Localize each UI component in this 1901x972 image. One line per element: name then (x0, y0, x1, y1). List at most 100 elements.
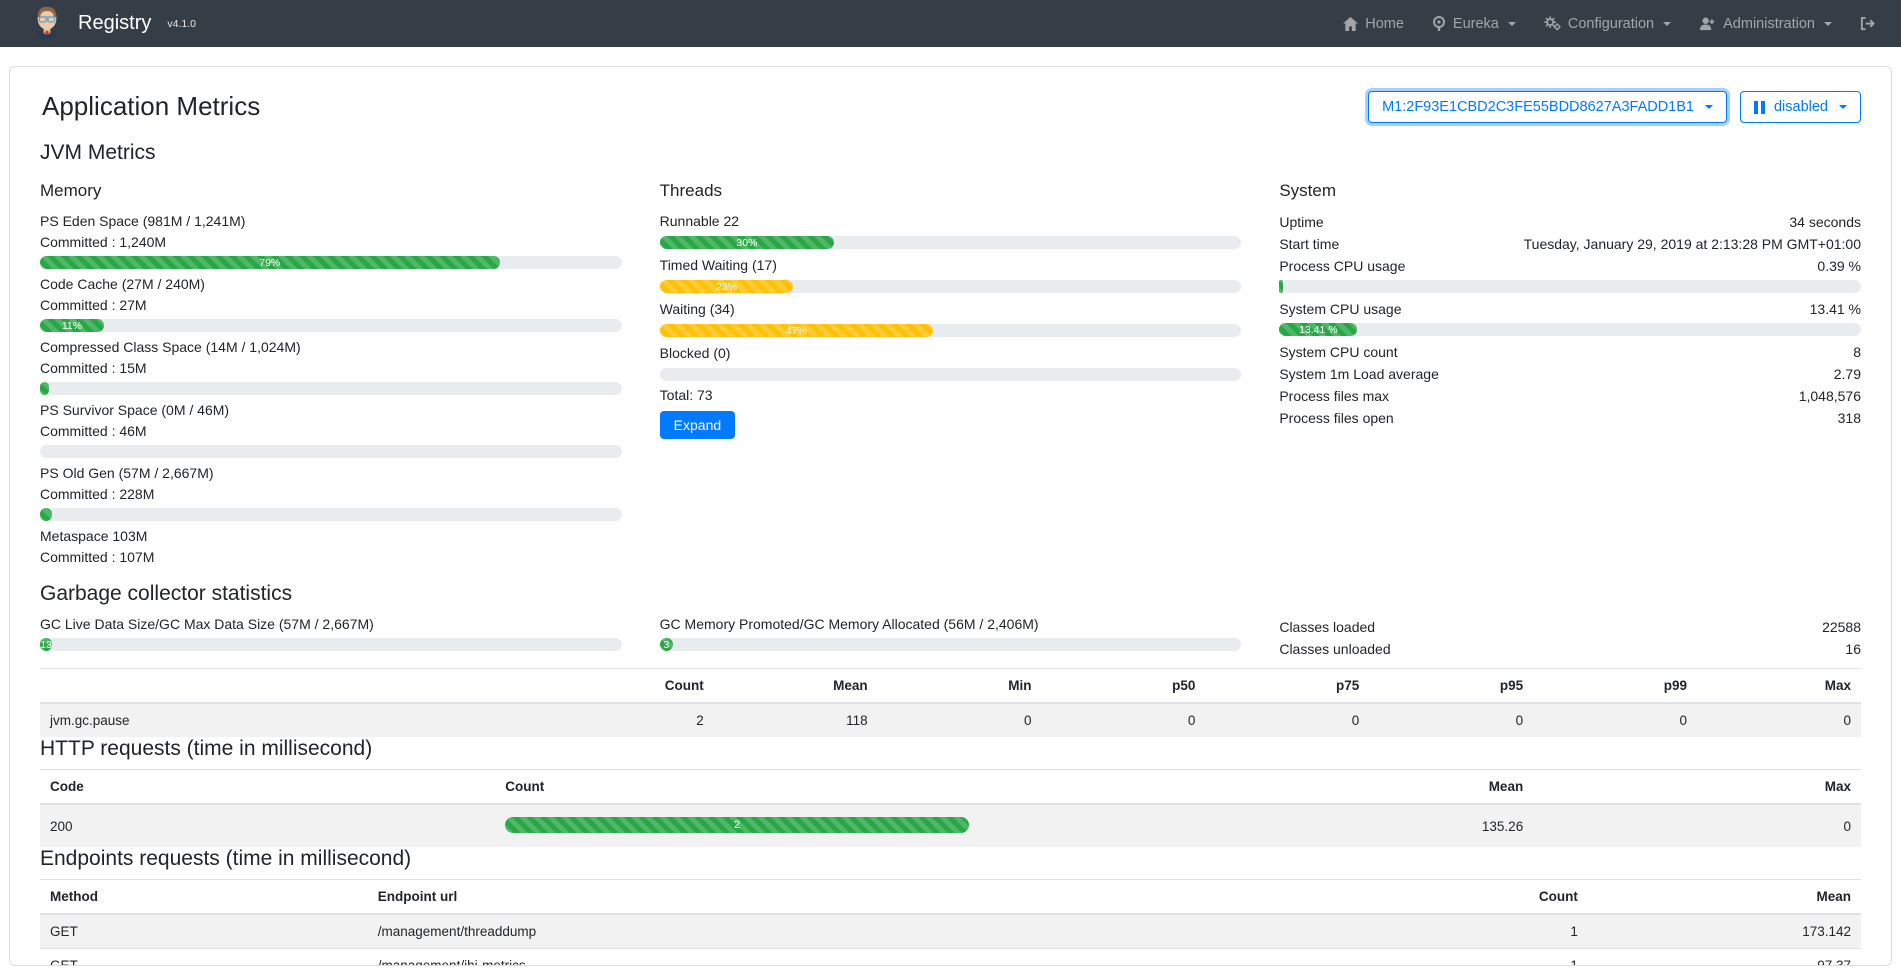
brand-link[interactable]: Registry v4.1.0 (30, 4, 196, 43)
http-cell-mean: 135.26 (1151, 804, 1533, 847)
endpoints-table-row: GET /management/jhi-metrics 1 97.37 (40, 949, 1861, 966)
gc-col-max: Max (1697, 669, 1861, 704)
progress-track: 13 (40, 638, 622, 651)
progress-bar: 23% (660, 280, 794, 293)
metric-label: Timed Waiting (17) (660, 255, 1242, 276)
gc-classes: Classes loaded 22588 Classes unloaded 16 (1279, 614, 1861, 660)
metric-label: PS Survivor Space (0M / 46M) (40, 400, 622, 421)
http-col-max: Max (1533, 770, 1861, 805)
memory-column: Memory PS Eden Space (981M / 1,241M) Com… (40, 173, 622, 568)
kv-value: 13.41 % (1810, 299, 1861, 319)
endpoints-col-method: Method (40, 880, 368, 915)
kv-value: Tuesday, January 29, 2019 at 2:13:28 PM … (1524, 234, 1861, 254)
progress-bar: 11% (40, 319, 104, 332)
metric-label: Compressed Class Space (14M / 1,024M) (40, 337, 622, 358)
nav-item-eureka[interactable]: Eureka (1432, 16, 1516, 32)
kv-value: 8 (1853, 342, 1861, 362)
endpoints-requests-heading: Endpoints requests (time in millisecond) (40, 847, 1861, 871)
endpoints-requests-table: Method Endpoint url Count Mean GET /mana… (40, 879, 1861, 966)
system-row-cpu-count: System CPU count 8 (1279, 341, 1861, 363)
nav-item-home[interactable]: Home (1343, 16, 1404, 32)
chevron-down-icon (1663, 22, 1671, 26)
endpoints-cell-count: 1 (1315, 949, 1588, 966)
nav-item-label: Administration (1723, 16, 1815, 32)
home-icon (1343, 17, 1358, 31)
system-row-system-cpu: System CPU usage 13.41 % (1279, 298, 1861, 320)
http-col-mean: Mean (1151, 770, 1533, 805)
http-requests-table: Code Count Mean Max 200 2 135.26 0 (40, 769, 1861, 847)
endpoints-table-row: GET /management/threaddump 1 173.142 (40, 914, 1861, 949)
system-row-files-open: Process files open 318 (1279, 407, 1861, 429)
gc-cell-p99: 0 (1533, 703, 1697, 737)
thread-metric-runnable: Runnable 22 30% (660, 211, 1242, 249)
http-table-header: Code Count Mean Max (40, 770, 1861, 805)
thread-metric-blocked: Blocked (0) (660, 343, 1242, 381)
endpoints-cell-url: /management/threaddump (368, 914, 1315, 949)
nav-item-configuration[interactable]: Configuration (1544, 16, 1671, 32)
kv-value: 22588 (1822, 617, 1861, 637)
endpoints-table-header: Method Endpoint url Count Mean (40, 880, 1861, 915)
threads-heading: Threads (660, 181, 1242, 201)
gears-icon (1544, 16, 1561, 31)
kv-value: 318 (1838, 408, 1861, 428)
system-column: System Uptime 34 seconds Start time Tues… (1279, 173, 1861, 568)
http-requests-heading: HTTP requests (time in millisecond) (40, 737, 1861, 761)
eureka-icon (1432, 16, 1446, 31)
expand-threads-button[interactable]: Expand (660, 411, 735, 439)
gc-promoted: GC Memory Promoted/GC Memory Allocated (… (660, 614, 1242, 660)
gc-cell-p50: 0 (1042, 703, 1206, 737)
classes-loaded-row: Classes loaded 22588 (1279, 616, 1861, 638)
progress-track: 23% (660, 280, 1242, 293)
user-plus-icon (1699, 17, 1716, 31)
progress-bar: 13.41 % (1279, 323, 1357, 336)
gc-table: Count Mean Min p50 p75 p95 p99 Max jvm.g… (40, 668, 1861, 737)
chevron-down-icon (1508, 22, 1516, 26)
metric-label: Runnable 22 (660, 211, 1242, 232)
memory-metric-eden: PS Eden Space (981M / 1,241M) Committed … (40, 211, 622, 269)
brand-version: v4.1.0 (167, 18, 196, 30)
endpoints-col-count: Count (1315, 880, 1588, 915)
http-cell-count: 2 (495, 804, 1151, 847)
threads-total: Total: 73 (660, 387, 1242, 403)
system-row-uptime: Uptime 34 seconds (1279, 211, 1861, 233)
kv-value: 0.39 % (1817, 256, 1861, 276)
kv-value: 34 seconds (1789, 212, 1861, 232)
kv-label: Uptime (1279, 212, 1323, 232)
sign-out-button[interactable] (1860, 16, 1875, 31)
metric-label: Blocked (0) (660, 343, 1242, 364)
kv-label: Process CPU usage (1279, 256, 1405, 276)
progress-track: 30% (660, 236, 1242, 249)
refresh-toggle-dropdown[interactable]: disabled (1740, 91, 1861, 123)
kv-label: Start time (1279, 234, 1339, 254)
progress-bar (40, 508, 52, 521)
gc-col-p95: p95 (1369, 669, 1533, 704)
endpoints-col-mean: Mean (1588, 880, 1861, 915)
metric-committed: Committed : 27M (40, 295, 622, 316)
progress-track: 3 (660, 638, 1242, 651)
gc-col-count: Count (550, 669, 714, 704)
http-table-row: 200 2 135.26 0 (40, 804, 1861, 847)
progress-bar (40, 382, 49, 395)
kv-label: System CPU usage (1279, 299, 1401, 319)
kv-label: System 1m Load average (1279, 364, 1439, 384)
progress-track: 11% (40, 319, 622, 332)
jhipster-avatar-icon (30, 4, 64, 43)
metric-label: GC Memory Promoted/GC Memory Allocated (… (660, 614, 1242, 635)
metric-committed: Committed : 1,240M (40, 232, 622, 253)
metric-label: GC Live Data Size/GC Max Data Size (57M … (40, 614, 622, 635)
nav-item-administration[interactable]: Administration (1699, 16, 1832, 32)
metrics-page-card: Application Metrics M1:2F93E1CBD2C3FE55B… (9, 66, 1892, 966)
system-heading: System (1279, 181, 1861, 201)
metric-committed: Committed : 107M (40, 547, 622, 568)
progress-bar: 3 (660, 638, 673, 651)
progress-track (40, 445, 622, 458)
progress-bar: 13 (40, 638, 52, 651)
endpoints-cell-url: /management/jhi-metrics (368, 949, 1315, 966)
memory-metric-old-gen: PS Old Gen (57M / 2,667M) Committed : 22… (40, 463, 622, 521)
instance-selector-dropdown[interactable]: M1:2F93E1CBD2C3FE55BDD8627A3FADD1B1 (1368, 91, 1727, 123)
kv-label: Process files open (1279, 408, 1393, 428)
endpoints-cell-method: GET (40, 914, 368, 949)
nav-item-label: Eureka (1453, 16, 1499, 32)
gc-cell-min: 0 (878, 703, 1042, 737)
progress-bar (1279, 280, 1282, 293)
